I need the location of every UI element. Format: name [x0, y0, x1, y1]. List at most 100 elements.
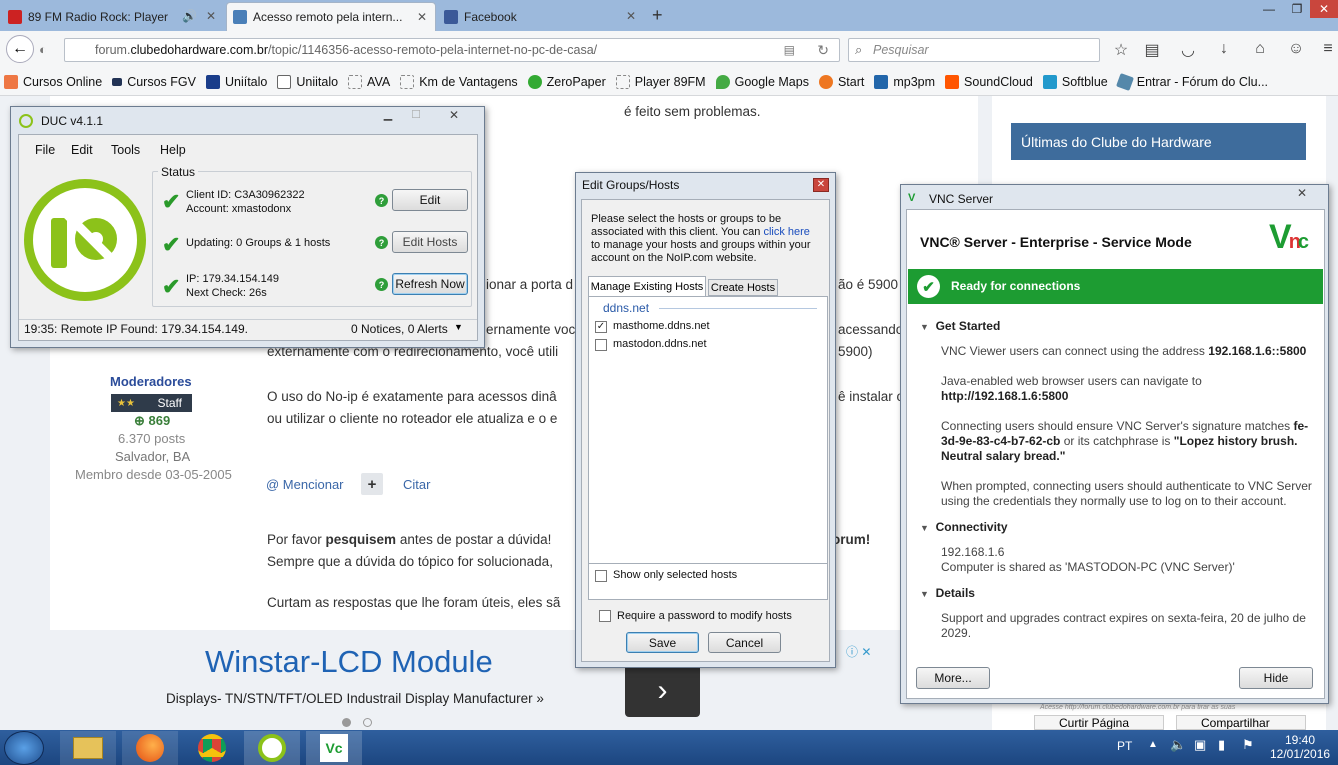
firefox-icon[interactable]	[122, 731, 178, 765]
staff-badge: ★★ Staff	[111, 394, 192, 412]
close-icon[interactable]: ✕	[441, 108, 467, 126]
bookmark-star-icon[interactable]: ☆	[1111, 40, 1131, 60]
edit-hosts-button[interactable]: Edit Hosts	[392, 231, 468, 253]
hello-icon[interactable]: ☺	[1286, 40, 1306, 58]
bookmark-item[interactable]: Uniitalo	[277, 74, 338, 89]
menu-help[interactable]: Help	[160, 143, 186, 157]
edit-button[interactable]: Edit	[392, 189, 468, 211]
hide-button[interactable]: Hide	[1239, 667, 1313, 689]
bookmark-item[interactable]: Cursos Online	[4, 74, 102, 89]
require-password-checkbox[interactable]	[599, 610, 611, 622]
adchoices-icon[interactable]: ⓘ ✕	[846, 643, 871, 660]
close-icon[interactable]: ✕	[417, 10, 427, 24]
noip-duc-icon[interactable]	[244, 731, 300, 765]
help-icon[interactable]: ?	[375, 236, 388, 249]
action-center-icon[interactable]: ⚑	[1242, 737, 1254, 753]
minimize-icon[interactable]: ▁	[375, 108, 401, 126]
host-checkbox[interactable]	[595, 339, 607, 351]
more-button[interactable]: More...	[916, 667, 990, 689]
bookmark-item[interactable]: Uniítalo	[205, 74, 267, 89]
post-text: O uso do No-ip é exatamente para acessos…	[267, 389, 557, 404]
tab-facebook[interactable]: Facebook ✕	[438, 2, 644, 31]
show-selected-checkbox[interactable]	[595, 570, 607, 582]
menu-edit[interactable]: Edit	[71, 143, 93, 157]
bookmark-item[interactable]: Cursos FGV	[112, 75, 196, 89]
ad-subtitle[interactable]: Displays- TN/STN/TFT/OLED Industrail Dis…	[166, 691, 544, 706]
connectivity-toggle[interactable]: ▼ Connectivity	[920, 520, 1008, 534]
details-toggle[interactable]: ▼ Details	[920, 586, 975, 600]
minimize-icon[interactable]: —	[1254, 0, 1284, 18]
start-button-icon[interactable]	[4, 731, 44, 765]
mention-link[interactable]: @ Mencionar	[266, 477, 344, 492]
tab-manage-existing-hosts[interactable]: Manage Existing Hosts	[588, 276, 706, 296]
volume-icon[interactable]: 🔈	[1170, 737, 1186, 753]
vnc-taskbar-icon[interactable]: Vc	[306, 731, 362, 765]
menu-file[interactable]: File	[35, 143, 55, 157]
download-icon[interactable]: ↓	[1214, 40, 1234, 58]
dropdown-arrow-icon[interactable]: ▼	[454, 322, 463, 332]
chrome-icon[interactable]	[184, 731, 240, 765]
site-info-icon[interactable]: ◐	[39, 42, 47, 57]
ready-status: Ready for connections	[951, 279, 1081, 293]
close-icon[interactable]: ✕	[626, 9, 636, 23]
vnc-logo-icon: Vnc	[1269, 218, 1309, 256]
language-indicator[interactable]: PT	[1117, 739, 1132, 753]
notices-dropdown[interactable]: 0 Notices, 0 Alerts	[351, 322, 448, 336]
reader-view-icon[interactable]: ▤	[784, 43, 795, 57]
carousel-dot[interactable]	[342, 718, 351, 727]
close-icon[interactable]: ✕	[206, 9, 216, 23]
back-icon[interactable]: ←	[6, 35, 34, 63]
refresh-now-button[interactable]: Refresh Now	[392, 273, 468, 295]
signature-line: Sempre que a dúvida do tópico for soluci…	[267, 554, 553, 569]
quote-link[interactable]: Citar	[403, 477, 430, 492]
new-tab-icon[interactable]: +	[652, 5, 663, 26]
search-input[interactable]: ⌕ Pesquisar	[848, 38, 1100, 62]
bookmark-item[interactable]: Entrar - Fórum do Clu...	[1115, 72, 1268, 91]
bookmark-item[interactable]: mp3pm	[874, 74, 935, 89]
bookmark-item[interactable]: AVA	[348, 74, 390, 89]
click-here-link[interactable]: click here	[763, 226, 809, 238]
reload-icon[interactable]: ↻	[817, 42, 829, 59]
clock[interactable]: 19:40 12/01/2016	[1270, 733, 1330, 761]
bookmark-item[interactable]: Start	[818, 74, 864, 89]
save-button[interactable]: Save	[626, 632, 699, 653]
bookmark-item[interactable]: Softblue	[1042, 74, 1108, 89]
ad-title[interactable]: Winstar-LCD Module	[205, 644, 493, 680]
tab-acesso-remoto[interactable]: Acesso remoto pela intern... ✕	[226, 2, 436, 31]
tab-create-hosts[interactable]: Create Hosts	[708, 279, 778, 296]
speaker-icon[interactable]: 🔊	[182, 9, 197, 23]
help-icon[interactable]: ?	[375, 278, 388, 291]
share-button[interactable]: Compartilhar	[1176, 715, 1306, 730]
cancel-button[interactable]: Cancel	[708, 632, 781, 653]
bookmark-item[interactable]: SoundCloud	[945, 74, 1033, 89]
carousel-dot[interactable]	[363, 718, 372, 727]
like-page-button[interactable]: Curtir Página	[1034, 715, 1164, 730]
bookmark-item[interactable]: Google Maps	[715, 74, 809, 89]
help-icon[interactable]: ?	[375, 194, 388, 207]
bookmark-item[interactable]: Player 89FM	[615, 74, 706, 89]
power-icon[interactable]: ▮	[1218, 737, 1225, 753]
menu-icon[interactable]: ≡	[1318, 40, 1338, 58]
ad-next-icon[interactable]: ›	[625, 664, 700, 717]
restore-icon[interactable]: ❐	[1282, 0, 1312, 18]
home-icon[interactable]: ⌂	[1250, 40, 1270, 58]
pocket-icon[interactable]: ◡	[1178, 40, 1198, 60]
tab-radio[interactable]: 89 FM Radio Rock: Player 🔊 ✕	[2, 2, 224, 31]
ip-address: IP: 179.34.154.149	[186, 273, 279, 285]
close-icon[interactable]: ✕	[813, 178, 829, 192]
plus-button[interactable]: +	[361, 473, 383, 495]
host-checkbox[interactable]: ✓	[595, 321, 607, 333]
window-close-icon[interactable]: ✕	[1310, 0, 1338, 18]
dialog-body: Please select the hosts or groups to be …	[581, 199, 830, 662]
vnc-title: VNC Server	[929, 192, 994, 206]
explorer-icon[interactable]	[60, 731, 116, 765]
url-bar[interactable]: ◐ forum. clubedohardware.com.br/topic/114…	[39, 38, 840, 62]
bookmark-item[interactable]: Km de Vantagens	[400, 74, 518, 89]
close-icon[interactable]: ✕	[1289, 186, 1315, 202]
bookmarks-list-icon[interactable]: ▤	[1142, 40, 1162, 60]
menu-tools[interactable]: Tools	[111, 143, 140, 157]
tray-arrow-icon[interactable]: ▲	[1148, 739, 1158, 750]
network-icon[interactable]: ▣	[1194, 737, 1206, 753]
get-started-toggle[interactable]: ▼ Get Started	[920, 319, 1000, 333]
bookmark-item[interactable]: ZeroPaper	[527, 74, 606, 89]
